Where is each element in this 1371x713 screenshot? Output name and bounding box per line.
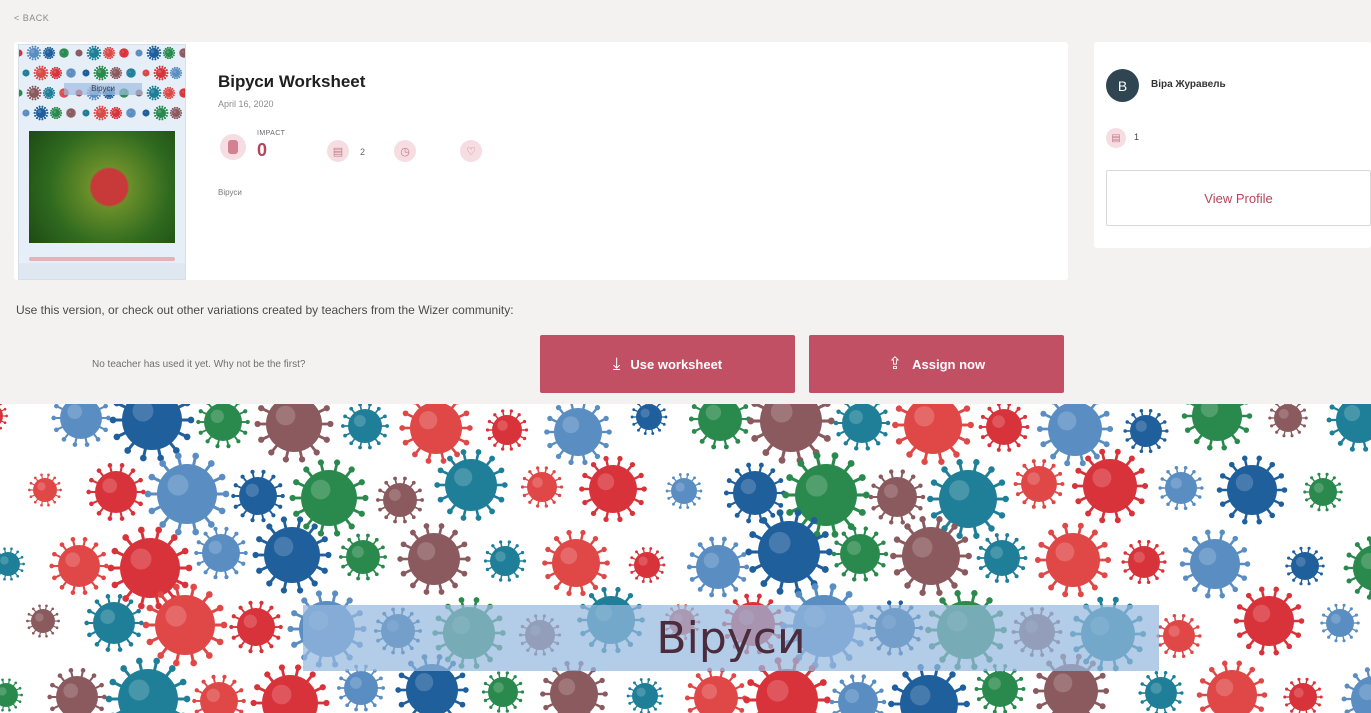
worksheet-count: 2 — [360, 147, 366, 157]
avatar[interactable]: В — [1106, 69, 1139, 102]
view-profile-button[interactable]: View Profile — [1106, 170, 1371, 226]
impact-icon — [220, 134, 246, 160]
impact-label: IMPACT — [257, 130, 286, 137]
share-icon: ⇪ — [887, 354, 903, 373]
top-bar: < BACK — [0, 0, 1371, 36]
worksheet-thumbnail[interactable]: Віруси — [18, 44, 186, 280]
download-icon: ⤓ — [612, 354, 621, 373]
assign-now-label: Assign now — [912, 356, 986, 372]
use-worksheet-button[interactable]: ⤓ Use worksheet — [540, 335, 795, 393]
back-link[interactable]: < BACK — [14, 13, 49, 23]
author-name[interactable]: Віра Журавель — [1151, 79, 1226, 90]
thumbnail-footer — [19, 263, 185, 279]
author-worksheets-icon: ▤ — [1106, 128, 1126, 148]
worksheet-card: Віруси Віруси Worksheet April 16, 2020 I… — [14, 42, 1068, 280]
variations-text: Use this version, or check out other var… — [16, 303, 514, 317]
author-card: В Віра Журавель ▤ 1 View Profile — [1094, 42, 1371, 248]
worksheet-title: Віруси Worksheet — [218, 72, 366, 91]
worksheet-date: April 16, 2020 — [218, 99, 274, 109]
thumbnail-caption — [29, 257, 175, 261]
worksheet-preview[interactable]: Віруси — [0, 404, 1371, 713]
assign-icon: ◷ — [394, 140, 416, 162]
worksheet-icon: ▤ — [327, 140, 349, 162]
preview-title-bar: Віруси — [303, 605, 1159, 671]
like-icon: ♡ — [460, 140, 482, 162]
worksheet-tag[interactable]: Віруси — [218, 188, 242, 197]
use-worksheet-label: Use worksheet — [630, 356, 723, 372]
virus-photo-image — [29, 131, 175, 243]
impact-value: 0 — [257, 140, 268, 160]
no-teacher-text: No teacher has used it yet. Why not be t… — [92, 359, 306, 370]
preview-title: Віруси — [656, 612, 806, 664]
thumbnail-title: Віруси — [64, 83, 142, 95]
assign-now-button[interactable]: ⇪ Assign now — [809, 335, 1064, 393]
author-worksheets-count: 1 — [1134, 132, 1140, 142]
